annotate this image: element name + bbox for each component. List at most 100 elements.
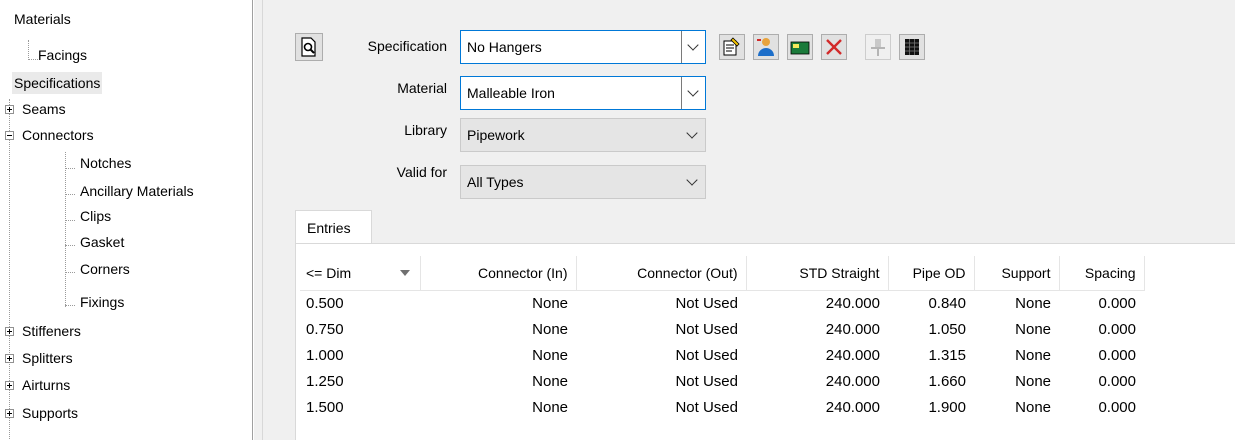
expand-plus-icon[interactable] [5, 354, 14, 363]
tree-item-specifications[interactable]: Specifications [12, 72, 103, 94]
tree-item-label: Stiffeners [22, 323, 81, 339]
preview-button[interactable] [295, 33, 323, 61]
column-header-connector-in[interactable]: Connector (In) [420, 256, 577, 291]
table-cell[interactable]: None [974, 342, 1059, 368]
column-header-label: <= Dim [306, 264, 352, 281]
tree-item-corners[interactable]: Corners [78, 258, 132, 280]
specification-dropdown[interactable]: No Hangers [460, 30, 706, 64]
main-panel: Specification Material Library Valid for… [263, 0, 1235, 440]
properties-button[interactable] [719, 34, 745, 60]
table-cell[interactable]: 0.000 [1059, 394, 1144, 420]
new-button[interactable] [787, 34, 813, 60]
tree-item-label: Airturns [22, 377, 71, 393]
table-cell[interactable]: 0.750 [300, 316, 420, 342]
tree-item-airturns[interactable]: Airturns [20, 374, 72, 396]
tree-panel[interactable]: Materials Facings Specifications Seams C… [0, 0, 253, 440]
tree-item-label: Corners [80, 261, 130, 277]
properties-icon [723, 37, 740, 56]
table-cell[interactable]: None [420, 394, 576, 420]
table-cell[interactable]: Not Used [576, 290, 746, 316]
table-cell[interactable]: Not Used [576, 316, 746, 342]
material-dropdown[interactable]: Malleable Iron [460, 76, 706, 110]
table-row[interactable]: 1.250 None Not Used 240.000 1.660 None 0.000 [300, 368, 1144, 394]
table-cell[interactable]: Not Used [576, 394, 746, 420]
column-header-dim[interactable]: <= Dim [300, 256, 421, 291]
table-cell[interactable]: 1.900 [888, 394, 974, 420]
chevron-down-icon[interactable] [681, 31, 705, 63]
column-header-pipe-od[interactable]: Pipe OD [888, 256, 975, 291]
table-cell[interactable]: None [974, 368, 1059, 394]
expand-plus-icon[interactable] [5, 381, 14, 390]
tree-item-clips[interactable]: Clips [78, 205, 113, 227]
column-header-spacing[interactable]: Spacing [1059, 256, 1145, 291]
table-cell[interactable]: 240.000 [746, 316, 888, 342]
table-cell[interactable]: 1.660 [888, 368, 974, 394]
table-cell[interactable]: None [420, 316, 576, 342]
expand-plus-icon[interactable] [5, 327, 14, 336]
table-row[interactable]: 0.500 None Not Used 240.000 0.840 None 0.000 [300, 290, 1144, 316]
tab-entries[interactable]: Entries [295, 210, 372, 244]
library-dropdown[interactable]: Pipework [460, 118, 706, 152]
table-cell[interactable]: 1.000 [300, 342, 420, 368]
column-header-connector-out[interactable]: Connector (Out) [576, 256, 747, 291]
table-cell[interactable]: 0.000 [1059, 342, 1144, 368]
table-row[interactable]: 1.500 None Not Used 240.000 1.900 None 0.000 [300, 394, 1144, 420]
tree-item-label: Supports [22, 405, 79, 421]
tree-item-label: Facings [38, 47, 88, 63]
expand-plus-icon[interactable] [5, 105, 14, 114]
table-cell[interactable]: Not Used [576, 342, 746, 368]
tree-item-seams[interactable]: Seams [20, 98, 68, 120]
table-cell[interactable]: 0.000 [1059, 316, 1144, 342]
panel-splitter[interactable] [254, 0, 263, 440]
table-cell[interactable]: 1.250 [300, 368, 420, 394]
column-header-support[interactable]: Support [974, 256, 1060, 291]
tree-item-connectors[interactable]: Connectors [20, 124, 96, 146]
entries-grid[interactable]: <= Dim Connector (In) Connector (Out) ST… [295, 243, 1235, 440]
tree-item-supports[interactable]: Supports [20, 402, 80, 424]
tab-label: Entries [307, 220, 351, 236]
table-cell[interactable]: None [420, 368, 576, 394]
pin-button[interactable] [865, 34, 891, 60]
tree-item-splitters[interactable]: Splitters [20, 347, 75, 369]
table-row[interactable]: 0.750 None Not Used 240.000 1.050 None 0.000 [300, 316, 1144, 342]
tree-guide [65, 245, 75, 246]
table-cell[interactable]: 1.500 [300, 394, 420, 420]
column-header-std-straight[interactable]: STD Straight [746, 256, 889, 291]
collapse-minus-icon[interactable] [5, 131, 14, 140]
table-cell[interactable]: None [974, 316, 1059, 342]
tree-item-fixings[interactable]: Fixings [78, 291, 126, 313]
expand-plus-icon[interactable] [5, 409, 14, 418]
table-cell[interactable]: None [420, 290, 576, 316]
table-cell[interactable]: 1.315 [888, 342, 974, 368]
table-cell[interactable]: 0.840 [888, 290, 974, 316]
chevron-down-icon[interactable] [681, 77, 705, 109]
table-cell[interactable]: None [974, 290, 1059, 316]
tree-item-materials[interactable]: Materials [12, 8, 73, 30]
table-cell[interactable]: 0.000 [1059, 290, 1144, 316]
delete-button[interactable] [821, 34, 847, 60]
valid-for-dropdown[interactable]: All Types [460, 165, 706, 199]
chevron-down-icon [681, 119, 705, 151]
pin-icon [871, 39, 885, 56]
material-value: Malleable Iron [467, 85, 555, 101]
user-button[interactable] [753, 34, 779, 60]
table-cell[interactable]: 240.000 [746, 290, 888, 316]
specification-label: Specification [367, 38, 447, 54]
tree-item-stiffeners[interactable]: Stiffeners [20, 320, 83, 342]
tree-item-gasket[interactable]: Gasket [78, 231, 126, 253]
tree-guide [65, 194, 75, 195]
tree-item-ancillary-materials[interactable]: Ancillary Materials [78, 180, 196, 202]
grid-button[interactable] [899, 34, 925, 60]
table-cell[interactable]: None [420, 342, 576, 368]
table-cell[interactable]: 1.050 [888, 316, 974, 342]
table-row[interactable]: 1.000 None Not Used 240.000 1.315 None 0.000 [300, 342, 1144, 368]
table-cell[interactable]: 0.000 [1059, 368, 1144, 394]
table-cell[interactable]: None [974, 394, 1059, 420]
tree-item-notches[interactable]: Notches [78, 152, 133, 174]
table-cell[interactable]: 240.000 [746, 368, 888, 394]
tree-item-facings[interactable]: Facings [36, 44, 89, 66]
table-cell[interactable]: 0.500 [300, 290, 420, 316]
table-cell[interactable]: Not Used [576, 368, 746, 394]
table-cell[interactable]: 240.000 [746, 394, 888, 420]
table-cell[interactable]: 240.000 [746, 342, 888, 368]
